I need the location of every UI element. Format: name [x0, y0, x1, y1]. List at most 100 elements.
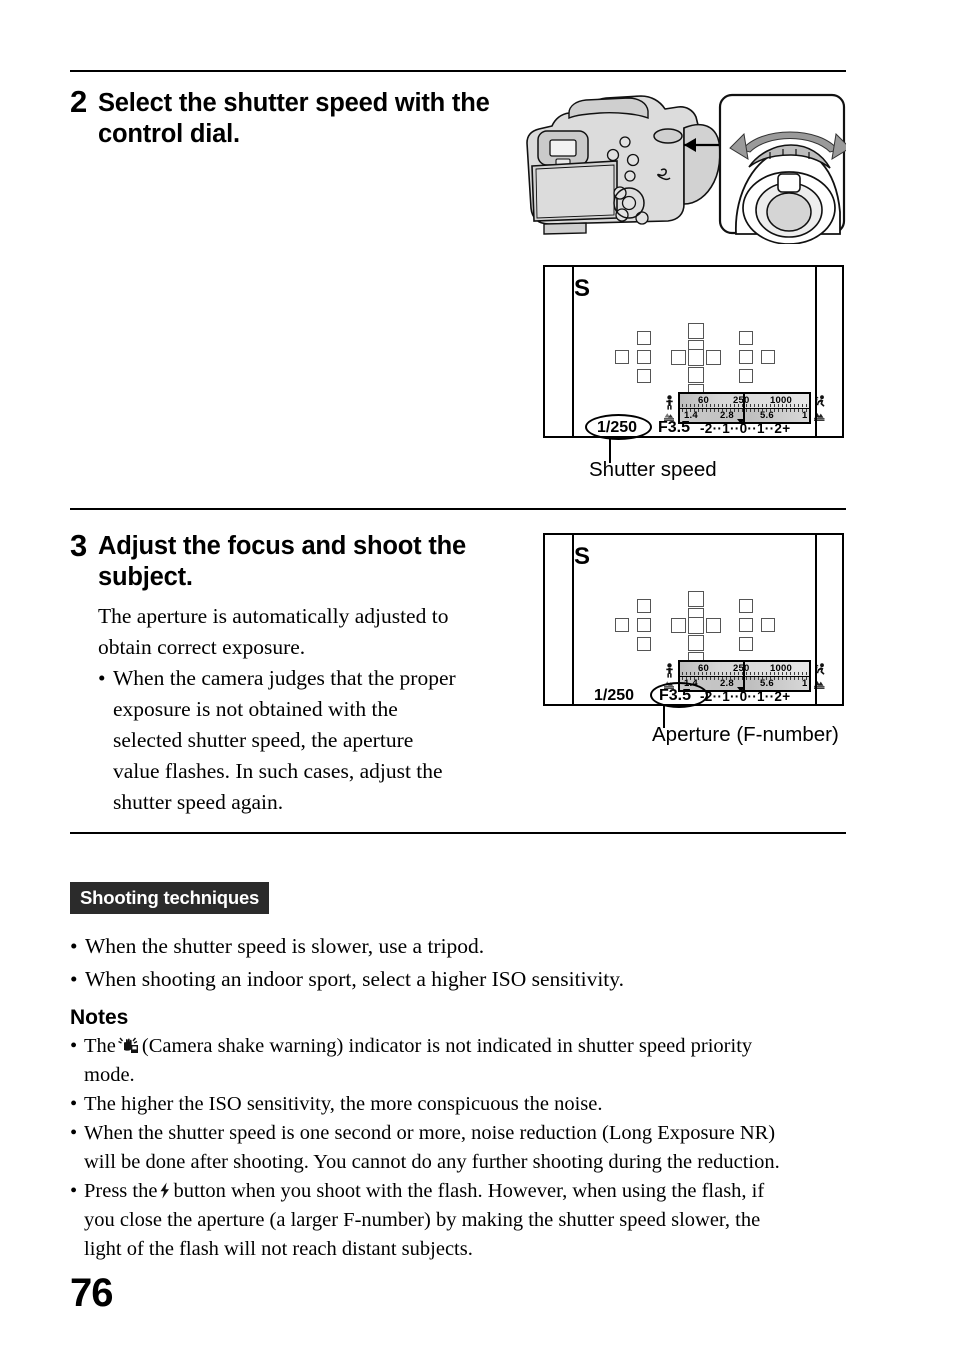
af-point	[706, 350, 721, 365]
af-point	[739, 618, 753, 632]
camera-shake-warning-icon	[118, 1034, 140, 1063]
note-item-3-cont: will be done after shooting. You cannot …	[84, 1148, 874, 1177]
af-point	[739, 331, 753, 345]
scale-center-marker	[743, 662, 745, 690]
af-point	[671, 618, 686, 633]
note-1-line1-post: (Camera shake warning) indicator is not …	[141, 1035, 753, 1057]
note-item-4-cont: you close the aperture (a larger F-numbe…	[84, 1206, 874, 1235]
step-3-bullet: • When the camera judges that the proper	[98, 663, 518, 694]
step-2-number: 2	[70, 84, 87, 119]
step-3-bullet-line3: selected shutter speed, the aperture	[113, 728, 414, 752]
bullet-marker: •	[70, 1122, 78, 1144]
aperture-scale-label-56: 5.6	[760, 678, 774, 689]
af-point	[637, 599, 651, 613]
divider-bottom	[70, 832, 846, 834]
step-3-bullet-cont: shutter speed again.	[113, 787, 523, 818]
lcd-aperture-2: F3.5	[659, 687, 692, 704]
note-4-pre: Press the	[84, 1180, 158, 1202]
camera-wheel-center	[621, 195, 637, 211]
aperture-callout-label: Aperture (F-number)	[652, 723, 839, 746]
note-1-line2: mode.	[84, 1064, 135, 1086]
af-point	[688, 367, 704, 383]
af-point	[671, 350, 686, 365]
shooting-techniques-banner: Shooting techniques	[70, 882, 270, 914]
note-4-line3: light of the flash will not reach distan…	[84, 1238, 473, 1260]
note-item-4-cont: light of the flash will not reach distan…	[84, 1235, 874, 1264]
af-point	[615, 618, 629, 632]
manual-page: 2 Select the shutter speed with the cont…	[0, 0, 954, 1345]
camera-illustration	[508, 82, 851, 245]
technique-bullet-1-text: When the shutter speed is slower, use a …	[85, 934, 485, 958]
note-4-line1-post: button when you shoot with the flash. Ho…	[173, 1180, 765, 1202]
divider-step2-step3	[70, 508, 846, 510]
bullet-marker: •	[70, 1093, 78, 1115]
lcd-right-divider	[815, 267, 817, 436]
camera-bottom-plate	[543, 222, 587, 235]
af-point	[688, 635, 704, 651]
bullet-marker: •	[70, 1035, 78, 1057]
camera-control-dial	[653, 128, 683, 144]
af-point	[739, 350, 753, 364]
lcd-panel-shutter-speed: S 60 250 1000 1.4 2.8 5.6 1 1/250 F3.5 -…	[543, 265, 844, 440]
viewfinder-window	[549, 139, 577, 157]
aperture-scale-label-28: 2.8	[720, 678, 734, 689]
camera-grip	[683, 123, 721, 205]
step-3-bullet-line4: value flashes. In such cases, adjust the	[113, 759, 443, 783]
af-point-center	[688, 349, 704, 366]
af-point	[637, 618, 651, 632]
bullet-marker: •	[70, 934, 78, 958]
step-3-body-line1: The aperture is automatically adjusted t…	[98, 604, 449, 628]
af-point	[761, 618, 775, 632]
lcd-shutter-speed-2: 1/250	[594, 687, 635, 704]
divider-top	[70, 70, 846, 72]
af-point	[706, 618, 721, 633]
dial-top-button	[777, 173, 801, 193]
lcd-right-divider	[815, 535, 817, 704]
lcd-exposure-scale-1: -2··1··0··1··2+	[700, 421, 791, 436]
note-item-1-cont: mode.	[84, 1061, 864, 1090]
step-3-bullet-line2: exposure is not obtained with the	[113, 697, 398, 721]
technique-bullet-1: • When the shutter speed is slower, use a…	[70, 931, 840, 962]
scale-center-marker	[743, 394, 745, 422]
af-point	[637, 331, 651, 345]
step-2-heading-line2: control dial.	[98, 120, 240, 148]
step-3-heading-line2: subject.	[98, 563, 193, 591]
note-3-line1: When the shutter speed is one second or …	[84, 1122, 776, 1144]
shutter-speed-callout-label: Shutter speed	[589, 458, 717, 481]
lcd-mode-indicator-1: S	[574, 275, 591, 302]
step-3-number: 3	[70, 528, 87, 563]
aperture-scale-label-end: 1	[802, 410, 808, 421]
af-point	[739, 637, 753, 651]
shutter-button	[766, 192, 812, 232]
camera-lcd-inner	[535, 164, 615, 219]
step-3-bullet-cont: value flashes. In such cases, adjust the	[113, 756, 523, 787]
note-1-pre: The	[84, 1035, 116, 1057]
aperture-scale-label-28: 2.8	[720, 410, 734, 421]
af-point	[688, 323, 704, 339]
step-3-bullet-cont: exposure is not obtained with the	[113, 694, 523, 725]
note-4-line2: you close the aperture (a larger F-numbe…	[84, 1209, 761, 1231]
aperture-scale-label-56: 5.6	[760, 410, 774, 421]
flash-bolt-icon	[159, 1179, 171, 1208]
note-item-4: • Press the button when you shoot with the…	[70, 1177, 870, 1208]
lcd-mode-indicator-2: S	[574, 543, 591, 570]
af-point	[688, 591, 704, 607]
note-3-line2: will be done after shooting. You cannot …	[84, 1151, 780, 1173]
af-point	[739, 369, 753, 383]
bullet-marker: •	[98, 666, 106, 690]
technique-bullet-2-text: When shooting an indoor sport, select a …	[85, 967, 625, 991]
technique-bullet-2: • When shooting an indoor sport, select a…	[70, 964, 840, 995]
af-point-center	[688, 617, 704, 634]
af-point	[637, 637, 651, 651]
note-item-1: • The (Camera shake warning) indicator is …	[70, 1032, 860, 1063]
af-point	[637, 350, 651, 364]
lcd-shutter-speed-1: 1/250	[597, 419, 638, 436]
page-number: 76	[70, 1271, 113, 1315]
note-item-3: • When the shutter speed is one second or…	[70, 1119, 870, 1148]
lcd-aperture-1: F3.5	[658, 419, 691, 436]
bullet-marker: •	[70, 1180, 78, 1202]
lcd-exposure-scale-2: -2··1··0··1··2+	[700, 689, 791, 704]
af-point	[761, 350, 775, 364]
notes-heading: Notes	[70, 1006, 129, 1029]
step-3-heading-line1: Adjust the focus and shoot the	[98, 532, 466, 560]
